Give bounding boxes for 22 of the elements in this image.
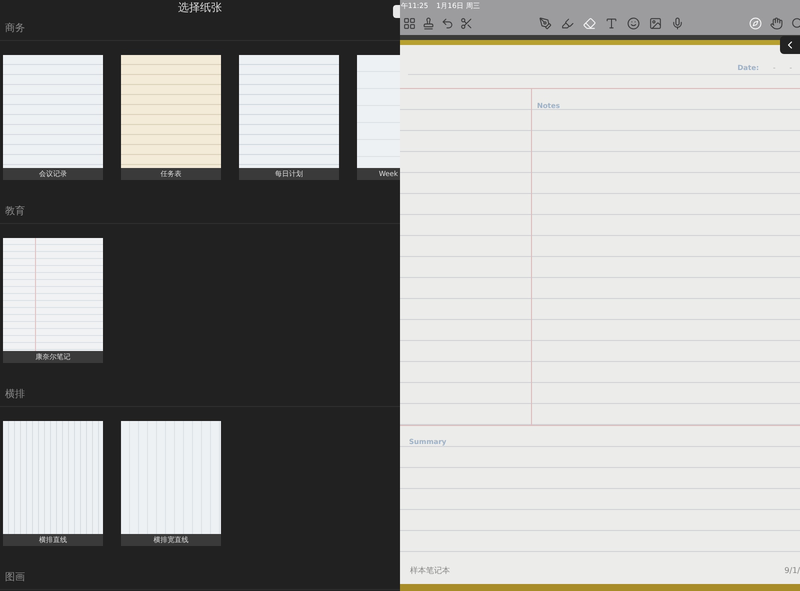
section-title: 商务 (5, 23, 25, 34)
eraser-icon[interactable] (582, 16, 596, 30)
section-title: 图画 (5, 572, 25, 583)
section-title: 横排 (5, 389, 25, 400)
notebook-name: 样本笔记本 (410, 564, 450, 576)
collapse-tab[interactable] (780, 36, 800, 54)
hand-icon[interactable] (770, 16, 783, 30)
scissors-icon[interactable] (460, 16, 473, 30)
highlighter-icon[interactable] (560, 16, 574, 30)
panel-title: 选择纸张 (178, 0, 222, 15)
panel-button[interactable] (393, 5, 400, 18)
section-title: 教育 (5, 206, 25, 217)
image-icon[interactable] (648, 16, 662, 30)
compass-icon[interactable] (749, 16, 762, 30)
page-date: 9/1/ (784, 566, 800, 574)
pen-icon[interactable] (538, 16, 552, 30)
grid-icon[interactable] (403, 16, 416, 30)
undo-icon[interactable] (441, 16, 454, 30)
stamp-icon[interactable] (422, 16, 435, 30)
emoji-icon[interactable] (626, 16, 640, 30)
microphone-icon[interactable] (670, 16, 684, 30)
text-icon[interactable] (604, 16, 618, 30)
